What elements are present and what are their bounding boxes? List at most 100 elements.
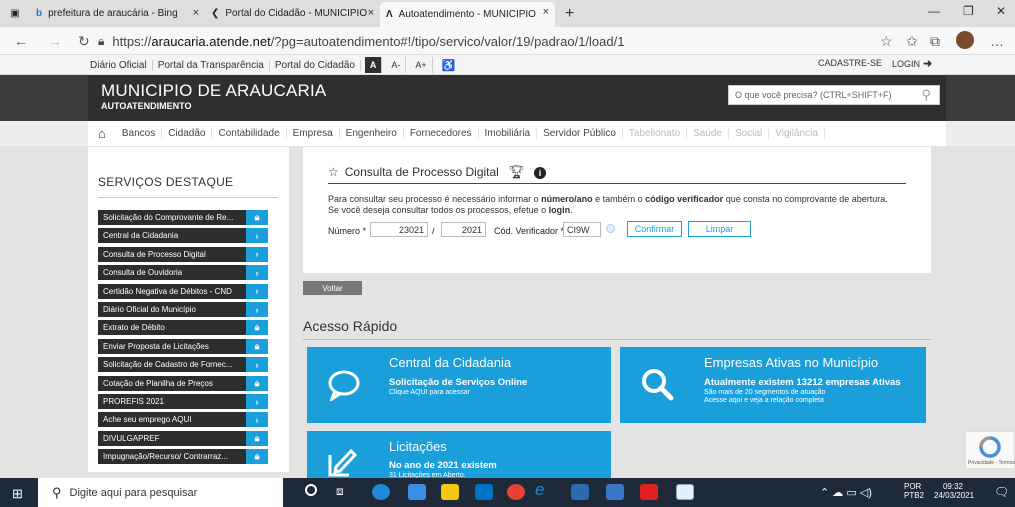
menu-item-imobiliaria[interactable]: Imobiliária bbox=[479, 128, 538, 139]
more-icon[interactable]: … bbox=[990, 33, 1004, 49]
read-aloud-icon[interactable]: ☆ bbox=[880, 33, 893, 50]
menu-item-engenheiro[interactable]: Engenheiro bbox=[340, 128, 404, 139]
voltar-button[interactable]: Voltar bbox=[303, 281, 362, 295]
photos-icon[interactable] bbox=[606, 484, 624, 500]
close-icon[interactable]: × bbox=[368, 7, 374, 19]
lock-icon: 🔒︎ bbox=[98, 33, 105, 48]
close-icon[interactable]: × bbox=[193, 7, 199, 19]
slash-label: / bbox=[432, 226, 435, 236]
ie-icon[interactable] bbox=[408, 484, 426, 500]
sidebar-item[interactable]: Consulta de Processo Digital › bbox=[98, 246, 268, 262]
menu-item-empresa[interactable]: Empresa bbox=[287, 128, 340, 139]
sidebar-item[interactable]: PROREFIS 2021 › bbox=[98, 394, 268, 409]
tab-bing[interactable]: b prefeitura de araucária - Bing × bbox=[30, 3, 205, 25]
ano-input[interactable]: 2021 bbox=[441, 222, 486, 237]
numero-input[interactable]: 23021 bbox=[370, 222, 428, 237]
file-explorer-icon[interactable] bbox=[441, 484, 459, 500]
back-icon[interactable]: ← bbox=[14, 33, 28, 49]
close-icon[interactable]: × bbox=[543, 6, 549, 18]
sidebar-item[interactable]: Ache seu emprego AQUI › bbox=[98, 412, 268, 428]
trophy-icon: 🏆︎ bbox=[508, 164, 525, 179]
chrome-icon[interactable] bbox=[507, 484, 525, 500]
clock[interactable]: 09:32 24/03/2021 bbox=[934, 482, 974, 500]
search-input[interactable]: O que você precisa? (CTRL+SHIFT+F) ⚲ bbox=[728, 85, 940, 105]
menu-item-contabilidade[interactable]: Contabilidade bbox=[212, 128, 287, 139]
recaptcha-icon bbox=[979, 436, 1001, 458]
atende-icon: Λ bbox=[386, 9, 393, 20]
edge-icon[interactable] bbox=[372, 484, 390, 500]
windows-start-icon[interactable]: ⊞ bbox=[12, 486, 23, 502]
tab-autoatendimento[interactable]: Λ Autoatendimento - MUNICIPIO × bbox=[380, 2, 555, 27]
menu-item-social[interactable]: Social bbox=[729, 128, 770, 139]
star-icon[interactable]: ☆ bbox=[328, 165, 339, 179]
sidebar-item[interactable]: Solicitação de Cadastro de Fornec... › bbox=[98, 357, 268, 373]
restore-icon[interactable]: ❐ bbox=[963, 4, 974, 18]
url-bar[interactable]: 🔒︎ https://araucaria.atende.net/?pg=auto… bbox=[98, 30, 918, 52]
confirmar-button[interactable]: Confirmar bbox=[627, 221, 682, 237]
acrobat-icon[interactable] bbox=[640, 484, 658, 500]
card-central-cidadania[interactable]: Central da Cidadania Solicitação de Serv… bbox=[307, 347, 611, 423]
card-empresas-ativas[interactable]: Empresas Ativas no Município Atualmente … bbox=[620, 347, 926, 423]
recaptcha-badge[interactable]: Privacidade - Termos bbox=[965, 431, 1015, 469]
menu-item-bancos[interactable]: Bancos bbox=[116, 128, 163, 139]
mail-icon[interactable] bbox=[475, 484, 493, 500]
document-icon[interactable] bbox=[676, 484, 694, 500]
cadastre-link[interactable]: CADASTRE-SE bbox=[818, 58, 882, 68]
sidebar-item[interactable]: Central da Cidadania › bbox=[98, 228, 268, 244]
link-transparencia[interactable]: Portal da Transparência bbox=[153, 59, 270, 71]
login-link[interactable]: LOGIN ➜ bbox=[892, 57, 932, 70]
language-indicator[interactable]: POR PTB2 bbox=[904, 482, 924, 500]
sidebar-item[interactable]: Consulta de Ouvidoria › bbox=[98, 265, 268, 281]
menu-item-fornecedores[interactable]: Fornecedores bbox=[404, 128, 479, 139]
window-close-icon[interactable]: ✕ bbox=[996, 4, 1006, 18]
tab-actions-icon[interactable]: ▣ bbox=[0, 3, 30, 25]
accessibility-icon[interactable]: ♿ bbox=[437, 57, 461, 73]
lock-icon: 🔒︎ bbox=[246, 210, 268, 225]
menu-item-servidor[interactable]: Servidor Público bbox=[537, 128, 623, 139]
sidebar-item[interactable]: Certidão Negativa de Débitos - CND › bbox=[98, 283, 268, 299]
menu-item-cidadao[interactable]: Cidadão bbox=[162, 128, 213, 139]
limpar-button[interactable]: Limpar bbox=[688, 221, 751, 237]
refresh-icon[interactable]: ↻ bbox=[78, 33, 90, 50]
search-icon[interactable]: ⚲ bbox=[921, 87, 931, 103]
sidebar-item[interactable]: Diário Oficial do Município › bbox=[98, 302, 268, 317]
sidebar-item[interactable]: Extrato de Débito 🔒︎ bbox=[98, 320, 268, 336]
cortana-icon[interactable] bbox=[305, 484, 317, 496]
menu-item-tabelionato[interactable]: Tabelionato bbox=[623, 128, 688, 139]
new-tab-icon[interactable]: + bbox=[565, 5, 574, 23]
link-portal-cidadao[interactable]: Portal do Cidadão bbox=[270, 59, 361, 71]
main-menu: ⌂ Bancos Cidadão Contabilidade Empresa E… bbox=[88, 121, 946, 146]
sidebar-item[interactable]: Impugnação/Recurso/ Contrarraz... 🔒︎ bbox=[98, 449, 268, 465]
help-icon[interactable] bbox=[606, 224, 615, 233]
internet-explorer-icon[interactable]: e bbox=[535, 480, 544, 500]
forward-icon[interactable]: → bbox=[48, 33, 62, 49]
font-normal-button[interactable]: A bbox=[364, 57, 383, 73]
task-view-icon[interactable]: ⧈ bbox=[336, 484, 344, 499]
chevron-right-icon: › bbox=[246, 302, 268, 317]
site-title[interactable]: MUNICIPIO DE ARAUCARIA bbox=[101, 81, 326, 101]
notification-icon[interactable]: 🗨︎ bbox=[994, 485, 1009, 499]
system-tray-icons[interactable]: ⌃ ☁ ▭ ◁) bbox=[820, 486, 872, 499]
minimize-icon[interactable]: — bbox=[928, 4, 940, 18]
collections-icon[interactable]: ⧉ bbox=[930, 33, 940, 50]
font-increase-button[interactable]: A+ bbox=[410, 57, 433, 73]
sidebar-item[interactable]: Solicitação do Comprovante de Re... 🔒︎ bbox=[98, 210, 268, 225]
card-licitacoes[interactable]: Licitações No ano de 2021 existem 31 Lic… bbox=[307, 431, 611, 479]
link-diario-oficial[interactable]: Diário Oficial bbox=[85, 59, 153, 71]
info-icon[interactable]: i bbox=[534, 167, 547, 179]
home-icon[interactable]: ⌂ bbox=[88, 126, 116, 141]
menu-item-vigilancia[interactable]: Vigilância bbox=[769, 128, 825, 139]
sidebar-item[interactable]: Cotação de Planilha de Preços 🔒︎ bbox=[98, 375, 268, 391]
taskbar-search[interactable]: ⚲ Digite aqui para pesquisar bbox=[38, 478, 283, 507]
favorites-icon[interactable]: ✩ bbox=[906, 33, 918, 50]
cod-verificador-label: Cód. Verificador * bbox=[494, 226, 565, 236]
tab-portal[interactable]: ❮ Portal do Cidadão - MUNICIPIO × bbox=[205, 3, 380, 25]
sidebar-item[interactable]: Enviar Proposta de Licitações 🔒︎ bbox=[98, 338, 268, 354]
cod-verificador-input[interactable]: CI9W bbox=[563, 222, 601, 237]
teams-icon[interactable] bbox=[571, 484, 589, 500]
font-decrease-button[interactable]: A- bbox=[386, 57, 407, 73]
profile-avatar[interactable] bbox=[956, 31, 974, 49]
menu-item-saude[interactable]: Saúde bbox=[687, 128, 729, 139]
sidebar-item[interactable]: DIVULGAPREF 🔒︎ bbox=[98, 430, 268, 446]
login-link-inline[interactable]: login bbox=[549, 205, 571, 215]
